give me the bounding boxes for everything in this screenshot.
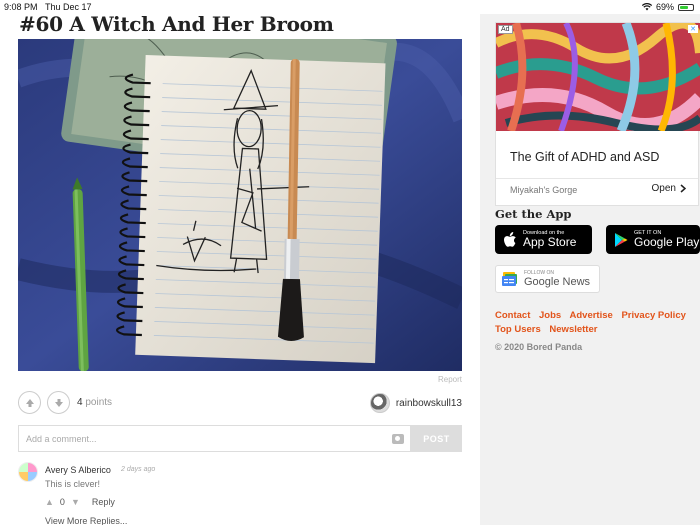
status-date: Thu Dec 17 [45,2,92,12]
points-count: 4 points [77,397,112,408]
comment-avatar[interactable] [18,462,38,482]
comment-input[interactable]: Add a comment... [18,425,411,452]
battery-percent: 69% [655,2,674,12]
google-news-big: Google News [524,276,591,288]
comment-author[interactable]: Avery S Alberico [45,465,111,475]
downvote-icon [54,398,63,407]
google-news-button[interactable]: FOLLOW ON Google News [495,265,600,293]
view-more-replies[interactable]: View More Replies... [45,516,127,525]
comment-upvote-icon[interactable]: ▲ [45,497,54,507]
get-app-heading: Get the App [495,207,572,221]
upvote-button[interactable] [18,391,41,414]
wifi-icon [641,3,652,11]
points-value: 4 [77,397,83,408]
sidebar: Ad ✕ The Gift of ADHD and ASD Miyakah's … [480,14,700,525]
chevron-right-icon [680,184,686,193]
comment-placeholder: Add a comment... [26,434,97,444]
ad-image[interactable]: Ad ✕ [496,23,700,131]
ad-badge: Ad [498,25,513,34]
comment-time: 2 days ago [121,466,156,473]
downvote-button[interactable] [47,391,70,414]
footer-links: Contact Jobs Advertise Privacy Policy To… [495,309,695,337]
ad-open-button[interactable]: Open [652,183,686,194]
link-privacy-policy[interactable]: Privacy Policy [621,310,685,321]
comment-actions: ▲ 0 ▼ Reply [45,497,115,507]
comment-votes: 0 [59,497,65,507]
apple-icon [504,231,516,247]
link-contact[interactable]: Contact [495,310,530,321]
report-link[interactable]: Report [438,375,462,384]
post-comment-button[interactable]: POST [411,425,462,452]
author-avatar[interactable] [369,393,390,413]
battery-icon [678,3,694,11]
author-name[interactable]: rainbowskull13 [396,398,462,409]
upvote-icon [25,398,34,407]
post-title: #60 A Witch And Her Broom [19,12,334,36]
link-advertise[interactable]: Advertise [570,310,613,321]
comment-downvote-icon[interactable]: ▼ [71,497,80,507]
battery-level [680,5,689,9]
post-image[interactable] [18,39,462,371]
ad-source: Miyakah's Gorge [510,185,578,195]
ad-headline[interactable]: The Gift of ADHD and ASD [510,150,659,164]
link-top-users[interactable]: Top Users [495,324,541,335]
copyright: © 2020 Bored Panda [495,342,583,352]
witch-drawing-photo [18,39,462,371]
status-time: 9:08 PM [4,2,38,12]
google-news-icon [502,272,517,286]
vote-row: 4 points rainbowskull13 [18,391,462,415]
ad-close-icon[interactable]: ✕ [688,25,698,33]
google-play-big: Google Play [634,235,700,249]
ad-divider [496,178,698,179]
ad-open-label: Open [651,183,676,194]
points-label: points [85,397,113,408]
link-jobs[interactable]: Jobs [539,310,561,321]
comment-text: This is clever! [45,479,101,489]
reply-button[interactable]: Reply [92,497,115,507]
post-author[interactable]: rainbowskull13 [369,393,462,413]
app-store-big: App Store [523,235,577,249]
app-store-button[interactable]: Download on the App Store [495,225,592,254]
camera-icon[interactable] [392,434,404,444]
ad-card[interactable]: Ad ✕ The Gift of ADHD and ASD Miyakah's … [495,22,700,206]
link-newsletter[interactable]: Newsletter [549,324,597,335]
google-play-icon [615,232,628,247]
status-indicators: 69% [641,2,694,12]
google-play-button[interactable]: GET IT ON Google Play [606,225,700,254]
